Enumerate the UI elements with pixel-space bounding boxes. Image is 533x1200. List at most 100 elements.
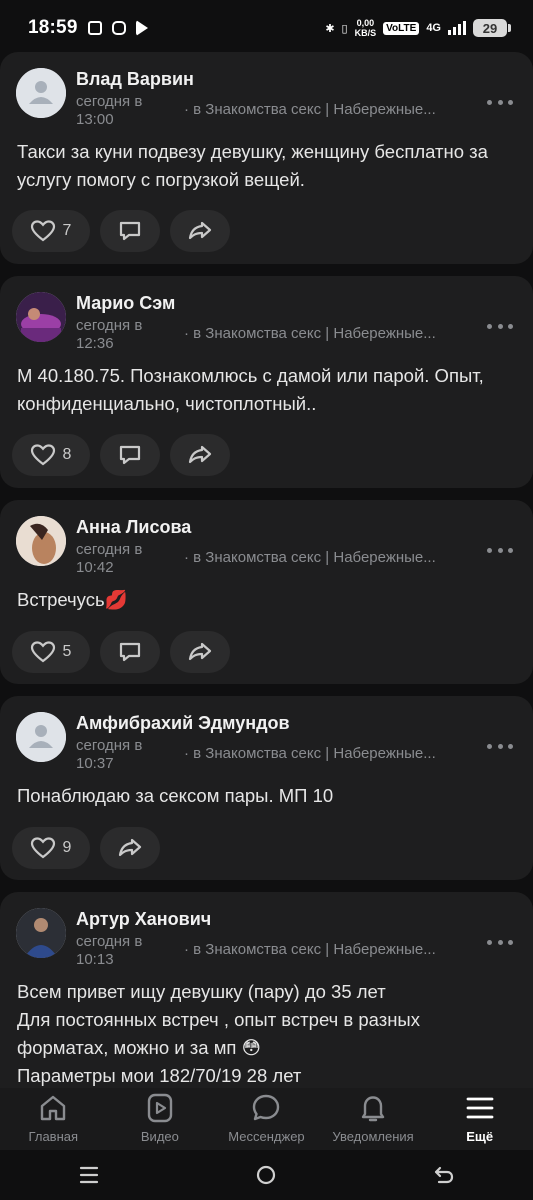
nav-label: Мессенджер xyxy=(228,1129,305,1144)
like-button[interactable]: 7 xyxy=(12,210,90,252)
post-author[interactable]: Амфибрахий Эдмундов xyxy=(76,713,290,734)
phone-notification-icon xyxy=(87,21,102,35)
feed[interactable]: Влад Варвин сегодня в 13:00 · в Знакомст… xyxy=(0,52,533,1088)
nav-item-more[interactable]: Ещё xyxy=(426,1088,533,1150)
post-header: Влад Варвин сегодня в 13:00 · в Знакомст… xyxy=(16,68,517,128)
post-group[interactable]: · в Знакомства секс | Набережные... xyxy=(184,745,436,762)
home-icon xyxy=(41,1095,66,1121)
status-bar: 18:59 ✱ ▯ 0,00 KB/S VoLTE 4G 29 xyxy=(0,0,533,56)
nav-item-notifications[interactable]: Уведомления xyxy=(320,1088,427,1150)
post-author[interactable]: Артур Ханович xyxy=(76,909,211,930)
user-avatar[interactable] xyxy=(16,516,66,566)
vibrate-icon: ▯ xyxy=(341,22,348,35)
bell-icon xyxy=(361,1096,385,1122)
post-text-line: Параметры мои 182/70/19 28 лет xyxy=(17,1065,302,1086)
post-header: Артур Ханович сегодня в 10:13 · в Знаком… xyxy=(16,908,517,968)
heart-icon xyxy=(30,837,55,859)
more-options-icon[interactable] xyxy=(487,740,513,752)
post-card: Марио Сэм сегодня в 12:36 · в Знакомства… xyxy=(0,276,533,488)
post-card: Анна Лисова сегодня в 10:42 · в Знакомст… xyxy=(0,500,533,684)
nav-item-video[interactable]: Видео xyxy=(107,1088,214,1150)
menu-icon xyxy=(466,1097,494,1119)
comment-button[interactable] xyxy=(100,210,160,252)
post-group[interactable]: · в Знакомства секс | Набережные... xyxy=(184,325,436,342)
share-icon xyxy=(118,838,142,857)
comment-icon xyxy=(119,221,141,241)
share-button[interactable] xyxy=(170,210,230,252)
post-text-line: Для постоянных встреч , опыт встреч в ра… xyxy=(17,1009,420,1030)
back-icon[interactable] xyxy=(431,1162,457,1188)
post-text: Такси за куни подвезу девушку, женщину б… xyxy=(17,141,488,190)
post-text-line: форматах, можно и за мп 😳 xyxy=(17,1037,261,1058)
post-text: Встречусь💋 xyxy=(17,589,128,610)
like-count: 8 xyxy=(62,446,72,463)
user-avatar[interactable] xyxy=(16,292,66,342)
share-icon xyxy=(188,221,212,240)
volte-badge: VoLTE xyxy=(383,21,420,35)
vk-notification-icon xyxy=(111,21,126,35)
more-options-icon[interactable] xyxy=(487,320,513,332)
post-actions: 5 xyxy=(12,631,230,673)
more-options-icon[interactable] xyxy=(487,936,513,948)
comment-button[interactable] xyxy=(100,631,160,673)
post-group[interactable]: · в Знакомства секс | Набережные... xyxy=(184,549,436,566)
like-count: 5 xyxy=(62,643,72,660)
post-group[interactable]: · в Знакомства секс | Набережные... xyxy=(184,101,436,118)
post-author[interactable]: Влад Варвин xyxy=(76,69,194,90)
share-icon xyxy=(188,445,212,464)
post-actions: 7 xyxy=(12,210,230,252)
home-circle-icon[interactable] xyxy=(253,1162,279,1188)
share-button[interactable] xyxy=(170,434,230,476)
battery-icon: 29 xyxy=(473,19,511,37)
system-navigation-bar xyxy=(0,1150,533,1200)
more-options-icon[interactable] xyxy=(487,96,513,108)
post-card: Влад Варвин сегодня в 13:00 · в Знакомст… xyxy=(0,52,533,264)
nav-item-messenger[interactable]: Мессенджер xyxy=(213,1088,320,1150)
post-text-line: Всем привет ищу девушку (пару) до 35 лет xyxy=(17,981,386,1002)
post-time: сегодня в 10:13 xyxy=(76,933,143,968)
post-group[interactable]: · в Знакомства секс | Набережные... xyxy=(184,941,436,958)
share-button[interactable] xyxy=(170,631,230,673)
post-author[interactable]: Марио Сэм xyxy=(76,293,175,314)
like-button[interactable]: 8 xyxy=(12,434,90,476)
heart-icon xyxy=(30,220,55,242)
post-card: Амфибрахий Эдмундов сегодня в 10:37 · в … xyxy=(0,696,533,880)
network-type: 4G xyxy=(426,22,441,34)
heart-icon xyxy=(30,641,55,663)
nav-item-home[interactable]: Главная xyxy=(0,1088,107,1150)
post-time: сегодня в 12:36 xyxy=(76,317,143,352)
default-avatar-icon[interactable] xyxy=(16,712,66,762)
post-text: Всем привет ищу девушку (пару) до 35 лет… xyxy=(17,978,515,1088)
bottom-navigation: Главная Видео Мессенджер Уведомления Ещё xyxy=(0,1088,533,1150)
default-avatar-icon[interactable] xyxy=(16,68,66,118)
comment-icon xyxy=(119,445,141,465)
user-avatar[interactable] xyxy=(16,908,66,958)
like-count: 7 xyxy=(62,222,72,239)
post-author[interactable]: Анна Лисова xyxy=(76,517,191,538)
nav-label: Уведомления xyxy=(332,1129,414,1144)
signal-icon xyxy=(448,21,466,35)
like-button[interactable]: 5 xyxy=(12,631,90,673)
post-header: Анна Лисова сегодня в 10:42 · в Знакомст… xyxy=(16,516,517,576)
post-time: сегодня в 10:37 xyxy=(76,737,143,772)
post-header: Амфибрахий Эдмундов сегодня в 10:37 · в … xyxy=(16,712,517,772)
post-actions: 9 xyxy=(12,827,160,869)
like-count: 9 xyxy=(62,839,72,856)
bluetooth-icon: ✱ xyxy=(325,22,335,35)
comment-button[interactable] xyxy=(100,434,160,476)
like-button[interactable]: 9 xyxy=(12,827,90,869)
video-icon xyxy=(147,1093,173,1123)
post-header: Марио Сэм сегодня в 12:36 · в Знакомства… xyxy=(16,292,517,352)
nav-label: Ещё xyxy=(466,1129,494,1144)
post-actions: 8 xyxy=(12,434,230,476)
messenger-icon xyxy=(253,1094,280,1121)
nav-label: Главная xyxy=(28,1129,79,1144)
share-button[interactable] xyxy=(100,827,160,869)
recent-apps-icon[interactable] xyxy=(76,1162,102,1188)
share-icon xyxy=(188,642,212,661)
post-text: Понаблюдаю за сексом пары. МП 10 xyxy=(17,785,334,806)
more-options-icon[interactable] xyxy=(487,544,513,556)
network-speed: 0,00 KB/S xyxy=(354,18,377,38)
status-time: 18:59 xyxy=(28,17,78,38)
nav-label: Видео xyxy=(140,1129,179,1144)
